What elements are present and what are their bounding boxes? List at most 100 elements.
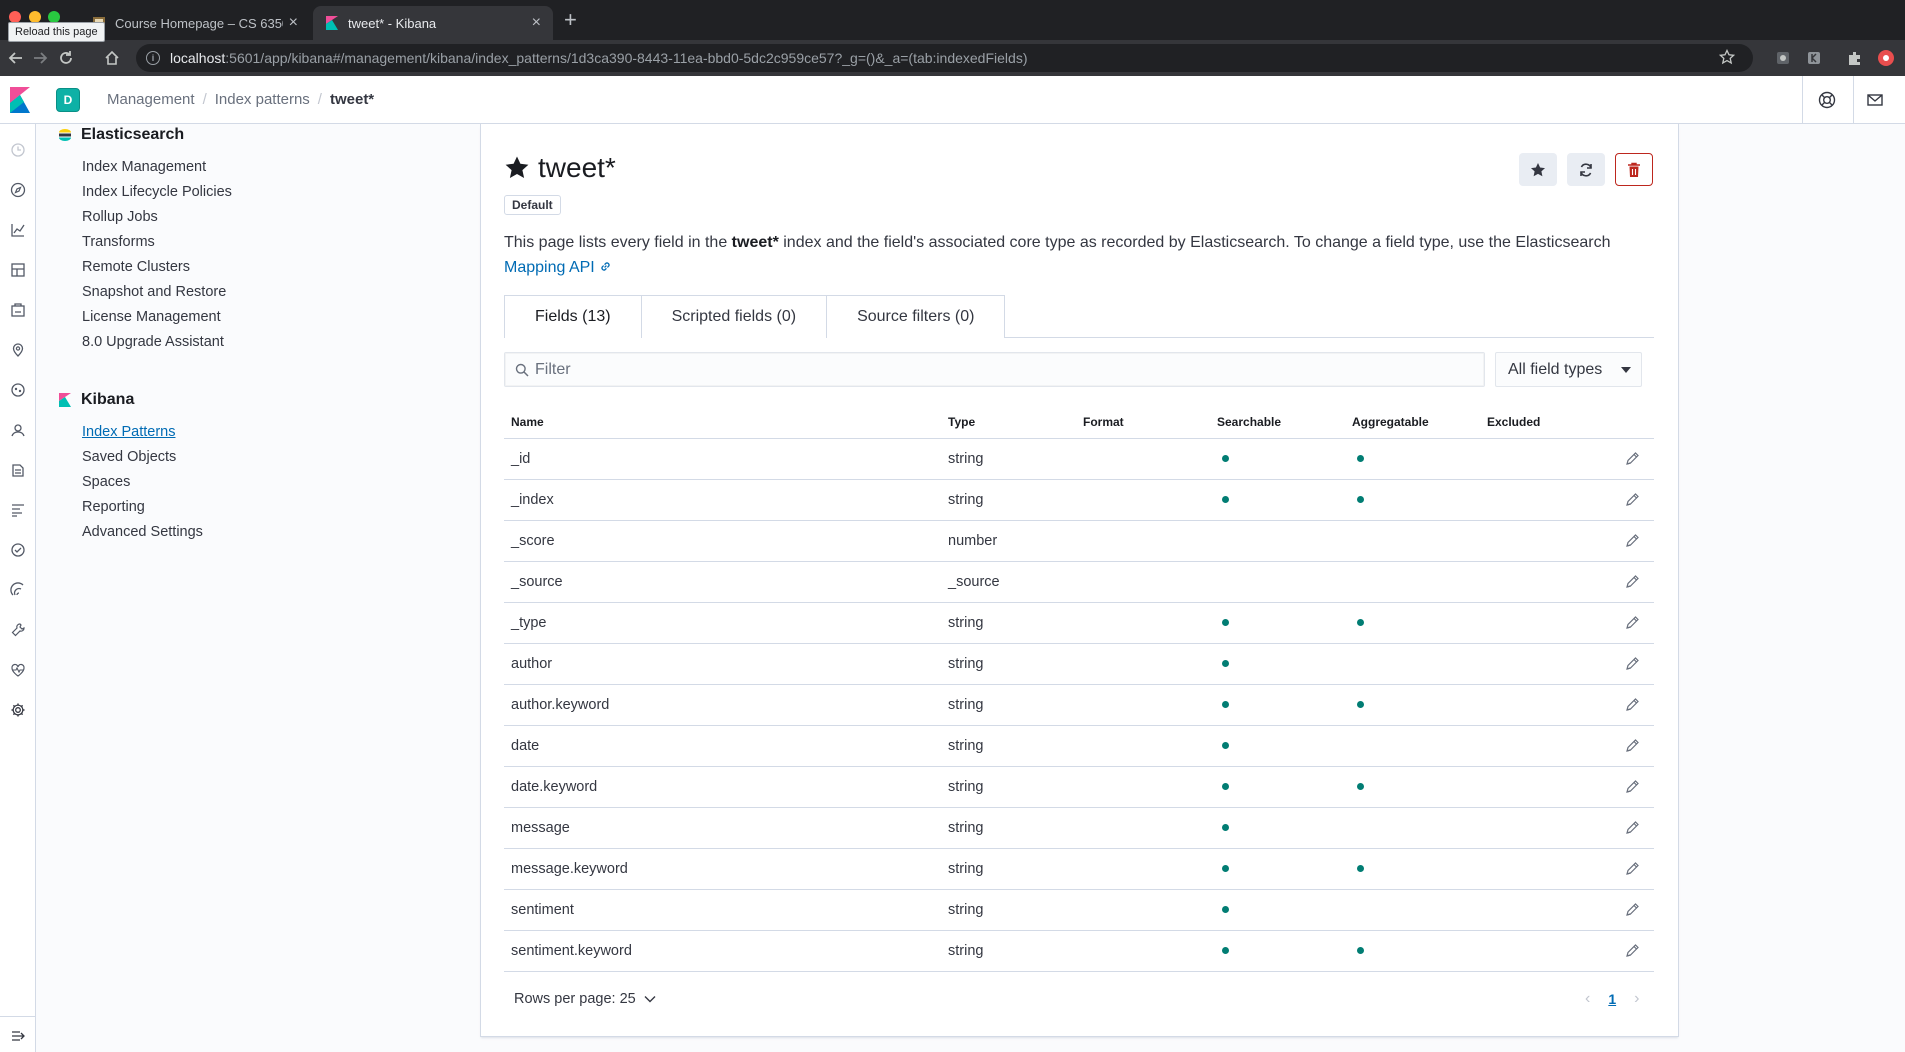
field-name-cell: _id [504, 438, 941, 480]
next-page-icon[interactable]: › [1634, 990, 1639, 1008]
refresh-fields-button[interactable] [1567, 153, 1605, 186]
chevron-down-icon [644, 996, 656, 1003]
edit-field-pencil-icon[interactable] [1624, 738, 1640, 754]
sidenav-item-upgrade-assistant[interactable]: 8.0 Upgrade Assistant [82, 331, 388, 356]
edit-field-pencil-icon[interactable] [1624, 697, 1640, 713]
column-header-format[interactable]: Format [1076, 406, 1210, 439]
pagination: ‹ 1 › [1585, 990, 1639, 1008]
field-name-cell: _score [504, 520, 941, 562]
breadcrumb-index-patterns[interactable]: Index patterns [215, 91, 310, 108]
sidenav-item-snapshot-and-restore[interactable]: Snapshot and Restore [82, 281, 388, 306]
breadcrumb-separator: / [202, 91, 207, 108]
logs-icon[interactable] [8, 460, 28, 480]
browser-tab-course[interactable]: Course Homepage – CS 6350.0 × [80, 6, 310, 40]
rows-per-page-button[interactable]: Rows per page: 25 [514, 991, 656, 1007]
breadcrumb-management[interactable]: Management [107, 91, 195, 108]
canvas-icon[interactable] [8, 300, 28, 320]
recently-viewed-clock-icon[interactable] [8, 140, 28, 160]
edit-field-pencil-icon[interactable] [1624, 820, 1640, 836]
edit-field-pencil-icon[interactable] [1624, 574, 1640, 590]
field-name-cell: message [504, 807, 941, 849]
forward-icon[interactable] [30, 48, 50, 68]
management-gear-icon[interactable] [8, 700, 28, 720]
address-bar[interactable]: i localhost:5601/app/kibana#/management/… [136, 44, 1753, 72]
page-number-button[interactable]: 1 [1608, 991, 1616, 1007]
field-type-select[interactable]: All field types [1495, 352, 1642, 387]
edit-field-pencil-icon[interactable] [1624, 943, 1640, 959]
ml-icon[interactable] [8, 380, 28, 400]
space-avatar[interactable]: D [56, 88, 80, 112]
uptime-icon[interactable] [8, 540, 28, 560]
filter-input[interactable] [535, 360, 1435, 379]
sidenav-item-license-management[interactable]: License Management [82, 306, 388, 331]
infrastructure-icon[interactable] [8, 420, 28, 440]
home-icon[interactable] [102, 48, 122, 68]
site-info-icon[interactable]: i [146, 51, 160, 65]
maps-icon[interactable] [8, 340, 28, 360]
set-default-button[interactable] [1519, 153, 1557, 186]
tab-scripted-fields[interactable]: Scripted fields (0) [640, 295, 828, 338]
browser-tab-kibana[interactable]: tweet* - Kibana × [313, 6, 553, 40]
sidenav-item-index-management[interactable]: Index Management [82, 156, 388, 181]
kibana-title-text: Kibana [81, 391, 135, 408]
aggregatable-indicator-dot-icon [1357, 783, 1364, 791]
field-aggregatable-cell [1345, 807, 1480, 849]
edit-field-pencil-icon[interactable] [1624, 533, 1640, 549]
table-row: author string [504, 643, 1654, 685]
extension-shield-icon[interactable] [1773, 48, 1793, 68]
tab-fields[interactable]: Fields (13) [504, 295, 642, 338]
sidenav-item-saved-objects[interactable]: Saved Objects [82, 446, 388, 471]
new-tab-button[interactable]: + [564, 8, 577, 32]
table-row: message string [504, 807, 1654, 849]
profile-avatar-icon[interactable] [1876, 48, 1896, 68]
searchable-indicator-dot-icon [1222, 742, 1229, 750]
rows-per-page-label: Rows per page: 25 [514, 991, 636, 1007]
tab-close-icon[interactable]: × [289, 14, 298, 32]
previous-page-icon[interactable]: ‹ [1585, 990, 1590, 1008]
column-header-aggregatable[interactable]: Aggregatable [1345, 406, 1480, 439]
searchable-indicator-dot-icon [1222, 906, 1229, 914]
sidenav-item-remote-clusters[interactable]: Remote Clusters [82, 256, 388, 281]
visualize-chart-icon[interactable] [8, 220, 28, 240]
edit-field-pencil-icon[interactable] [1624, 451, 1640, 467]
reload-icon[interactable] [56, 48, 76, 68]
extension-puzzle-icon[interactable] [1845, 48, 1865, 68]
sidenav-item-reporting[interactable]: Reporting [82, 496, 388, 521]
column-header-name[interactable]: Name [504, 406, 941, 439]
apm-icon[interactable] [8, 500, 28, 520]
dev-tools-icon[interactable] [8, 620, 28, 640]
column-header-excluded[interactable]: Excluded [1480, 406, 1615, 439]
stack-monitoring-icon[interactable] [8, 660, 28, 680]
column-header-searchable[interactable]: Searchable [1210, 406, 1345, 439]
dashboard-icon[interactable] [8, 260, 28, 280]
delete-index-pattern-button[interactable] [1615, 153, 1653, 186]
mapping-api-link[interactable]: Mapping API [504, 259, 612, 276]
extension-k-icon[interactable] [1804, 48, 1824, 68]
kibana-logo-icon[interactable] [8, 87, 32, 113]
filter-field[interactable] [504, 352, 1485, 387]
bookmark-star-icon[interactable] [1718, 48, 1736, 68]
table-header-row: Name Type Format Searchable Aggregatable… [504, 406, 1654, 439]
sidenav-item-rollup-jobs[interactable]: Rollup Jobs [82, 206, 388, 231]
field-edit-cell [1615, 766, 1654, 808]
edit-field-pencil-icon[interactable] [1624, 861, 1640, 877]
edit-field-pencil-icon[interactable] [1624, 492, 1640, 508]
tab-close-icon[interactable]: × [532, 14, 541, 32]
edit-field-pencil-icon[interactable] [1624, 779, 1640, 795]
collapse-nav-icon[interactable] [8, 1026, 28, 1046]
discover-compass-icon[interactable] [8, 180, 28, 200]
siem-icon[interactable] [8, 580, 28, 600]
newsfeed-mail-icon[interactable] [1864, 89, 1886, 111]
edit-field-pencil-icon[interactable] [1624, 656, 1640, 672]
sidenav-item-transforms[interactable]: Transforms [82, 231, 388, 256]
sidenav-item-advanced-settings[interactable]: Advanced Settings [82, 521, 388, 546]
edit-field-pencil-icon[interactable] [1624, 615, 1640, 631]
column-header-type[interactable]: Type [941, 406, 1076, 439]
edit-field-pencil-icon[interactable] [1624, 902, 1640, 918]
sidenav-item-index-lifecycle-policies[interactable]: Index Lifecycle Policies [82, 181, 388, 206]
sidenav-item-spaces[interactable]: Spaces [82, 471, 388, 496]
help-icon[interactable] [1816, 89, 1838, 111]
back-icon[interactable] [6, 48, 26, 68]
tab-source-filters[interactable]: Source filters (0) [826, 295, 1006, 338]
sidenav-item-index-patterns[interactable]: Index Patterns [82, 421, 388, 446]
